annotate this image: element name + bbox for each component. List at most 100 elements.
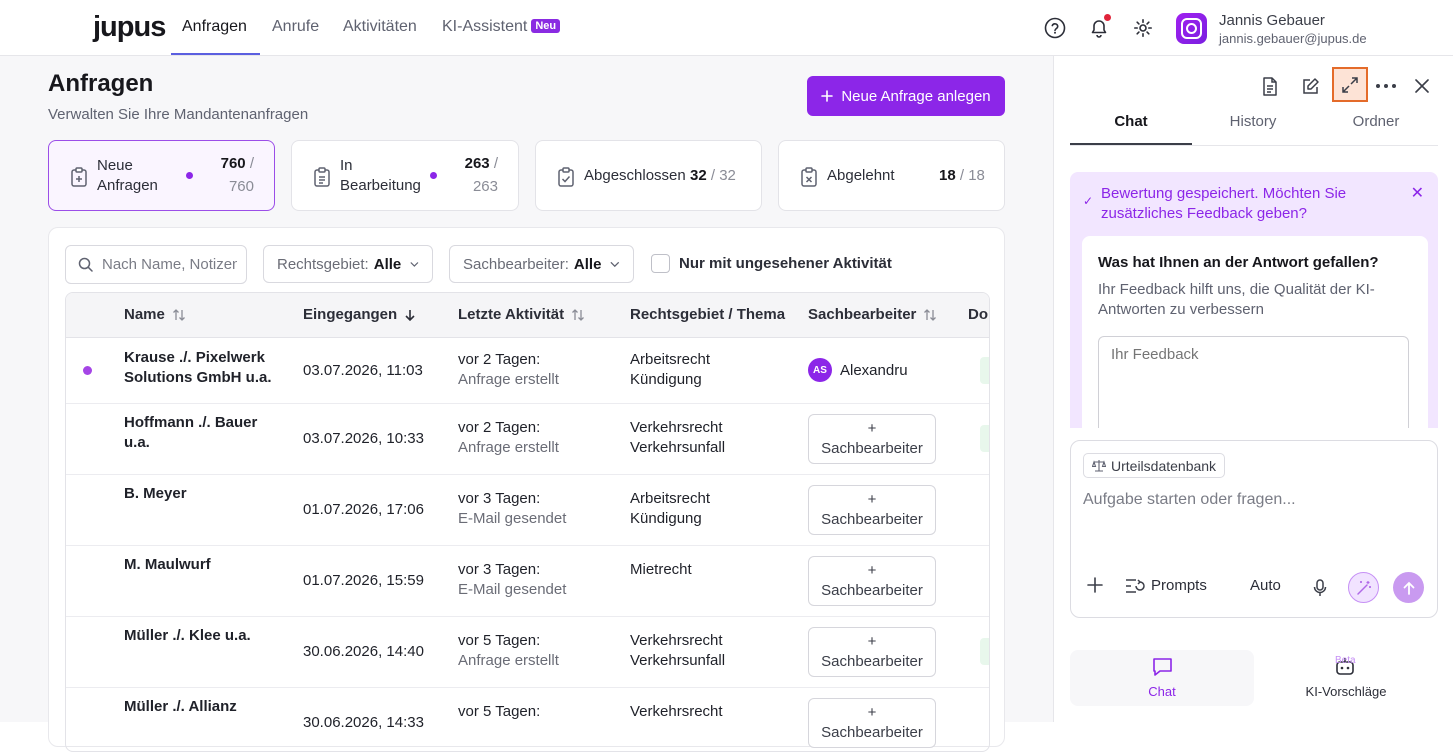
chevron-down-icon — [610, 261, 620, 267]
plus-icon: + — [867, 633, 877, 650]
nav-anrufe[interactable]: Anrufe — [272, 18, 319, 36]
stat-count: 18 — [939, 167, 956, 184]
nav-aktivitaeten[interactable]: Aktivitäten — [343, 18, 417, 36]
row-area: Verkehrsrecht — [630, 703, 723, 720]
new-request-button[interactable]: Neue Anfrage anlegen — [807, 76, 1005, 116]
table-row[interactable]: Krause ./. Pixelwerk Solutions GmbH u.a.… — [66, 338, 989, 404]
tab-history[interactable]: History — [1192, 113, 1314, 130]
assign-sachbearbeiter-button[interactable]: + Sachbearbeiter — [808, 556, 936, 606]
row-activity-time: vor 3 Tagen: — [458, 490, 541, 507]
column-header-eingegangen[interactable]: Eingegangen — [303, 306, 416, 323]
table-row[interactable]: B. Meyer 01.07.2026, 17:06 vor 3 Tagen: E… — [66, 475, 989, 546]
document-icon[interactable] — [1252, 70, 1288, 102]
row-date: 30.06.2026, 14:40 — [303, 643, 424, 660]
active-tab-underline — [1070, 143, 1192, 145]
document-status-chip[interactable] — [980, 357, 989, 384]
search-icon — [78, 257, 93, 272]
feedback-subtext: Ihr Feedback hilft uns, die Qualität der… — [1098, 281, 1375, 318]
column-header-name[interactable]: Name — [124, 306, 186, 323]
tab-chat[interactable]: Chat — [1070, 113, 1192, 130]
assign-sachbearbeiter-button[interactable]: + Sachbearbeiter — [808, 627, 936, 677]
unseen-activity-label: Nur mit ungesehener Aktivität — [679, 255, 892, 272]
row-activity-type: Anfrage erstellt — [458, 439, 559, 456]
row-name[interactable]: B. Meyer — [124, 484, 284, 504]
chevron-down-icon — [410, 261, 419, 267]
search-input[interactable] — [102, 256, 237, 273]
magic-wand-icon[interactable] — [1348, 572, 1379, 603]
unseen-activity-checkbox[interactable] — [651, 254, 670, 273]
model-auto-selector[interactable]: Auto — [1250, 577, 1281, 594]
row-activity-time: vor 2 Tagen: — [458, 351, 541, 368]
plus-icon: + — [867, 704, 877, 721]
column-header-rechtsgebiet[interactable]: Rechtsgebiet / Thema — [630, 306, 785, 323]
stat-card-abgelehnt[interactable]: Abgelehnt 18 / 18 — [778, 140, 1005, 211]
search-field[interactable] — [65, 245, 247, 284]
notification-bell-icon[interactable] — [1087, 14, 1111, 40]
chat-input[interactable] — [1083, 491, 1423, 509]
rechtsgebiet-filter-value: Alle — [373, 255, 402, 273]
stat-card-abgeschlossen[interactable]: Abgeschlossen 32 / 32 — [535, 140, 762, 211]
close-icon[interactable]: ✕ — [1411, 183, 1424, 203]
scale-icon — [1092, 460, 1106, 472]
assign-label: Sachbearbeiter — [821, 724, 923, 741]
table-row[interactable]: M. Maulwurf 01.07.2026, 15:59 vor 3 Tage… — [66, 546, 989, 617]
help-icon[interactable] — [1043, 16, 1067, 40]
nav-anfragen[interactable]: Anfragen — [182, 18, 247, 36]
add-attachment-plus-icon[interactable] — [1087, 577, 1103, 593]
document-status-chip[interactable] — [980, 638, 989, 665]
stat-count: 760 — [220, 155, 246, 172]
send-arrow-icon[interactable] — [1393, 572, 1424, 603]
user-name[interactable]: Jannis Gebauer — [1219, 12, 1325, 29]
column-header-sachbearbeiter[interactable]: Sachbearbeiter — [808, 306, 937, 323]
row-topic: Verkehrsunfall — [630, 439, 726, 456]
unseen-dot — [186, 172, 193, 179]
stat-card-in-bearbeitung[interactable]: In Bearbeitung 263 / 263 — [291, 140, 519, 211]
stat-label-line2: Anfragen — [97, 177, 158, 194]
row-assignee[interactable]: AS Alexandru — [808, 358, 908, 382]
expand-icon[interactable] — [1332, 67, 1368, 102]
row-topic: Kündigung — [630, 510, 702, 527]
stat-label-line1: In — [340, 157, 353, 174]
user-avatar[interactable] — [1176, 13, 1207, 44]
more-options-icon[interactable] — [1368, 70, 1404, 102]
row-name[interactable]: Krause ./. Pixelwerk Solutions GmbH u.a. — [124, 348, 284, 388]
column-header-letzte-aktivitaet[interactable]: Letzte Aktivität — [458, 306, 585, 323]
rechtsgebiet-filter[interactable]: Rechtsgebiet: Alle — [263, 245, 433, 283]
tab-ordner[interactable]: Ordner — [1315, 113, 1437, 130]
column-header-dokumente[interactable]: Dok — [968, 306, 989, 323]
settings-gear-icon[interactable] — [1131, 16, 1155, 40]
row-name[interactable]: M. Maulwurf — [124, 555, 284, 575]
row-area: Arbeitsrecht — [630, 351, 711, 368]
stat-card-neue-anfragen[interactable]: Neue Anfragen 760 / 760 — [48, 140, 275, 211]
feedback-textarea[interactable] — [1098, 336, 1409, 428]
stat-count: 263 — [464, 155, 490, 172]
row-name[interactable]: Müller ./. Klee u.a. — [124, 626, 284, 646]
assign-label: Sachbearbeiter — [821, 582, 923, 599]
assign-sachbearbeiter-button[interactable]: + Sachbearbeiter — [808, 698, 936, 748]
feedback-question: Was hat Ihnen an der Antwort gefallen? — [1098, 254, 1379, 271]
microphone-icon[interactable] — [1313, 579, 1327, 597]
check-icon: ✓ — [1083, 194, 1094, 208]
column-header-label: Eingegangen — [303, 306, 398, 323]
stat-count: 32 — [690, 167, 707, 184]
bottom-nav-chat[interactable]: Chat — [1070, 650, 1254, 706]
unseen-activity-filter[interactable]: Nur mit ungesehener Aktivität — [651, 254, 892, 273]
assign-sachbearbeiter-button[interactable]: + Sachbearbeiter — [808, 485, 936, 535]
table-row[interactable]: Müller ./. Allianz 30.06.2026, 14:33 vor… — [66, 688, 989, 751]
row-date: 30.06.2026, 14:33 — [303, 714, 424, 731]
jupus-logo[interactable]: jupus — [93, 11, 166, 44]
close-icon[interactable] — [1404, 70, 1440, 102]
prompts-button[interactable]: Prompts — [1125, 577, 1207, 594]
sort-icon — [924, 308, 937, 321]
row-name[interactable]: Müller ./. Allianz — [124, 697, 284, 717]
table-row[interactable]: Müller ./. Klee u.a. 30.06.2026, 14:40 v… — [66, 617, 989, 688]
assign-sachbearbeiter-button[interactable]: + Sachbearbeiter — [808, 414, 936, 464]
nav-ki-assistent[interactable]: KI-Assistent Neu — [442, 18, 561, 36]
sachbearbeiter-filter[interactable]: Sachbearbeiter: Alle — [449, 245, 634, 283]
table-row[interactable]: Hoffmann ./. Bauer u.a. 03.07.2026, 10:3… — [66, 404, 989, 475]
urteilsdatenbank-chip[interactable]: Urteilsdatenbank — [1083, 453, 1226, 478]
document-status-chip[interactable] — [980, 425, 989, 452]
row-name[interactable]: Hoffmann ./. Bauer u.a. — [124, 413, 284, 453]
edit-icon[interactable] — [1292, 70, 1328, 102]
row-date: 03.07.2026, 10:33 — [303, 430, 424, 447]
